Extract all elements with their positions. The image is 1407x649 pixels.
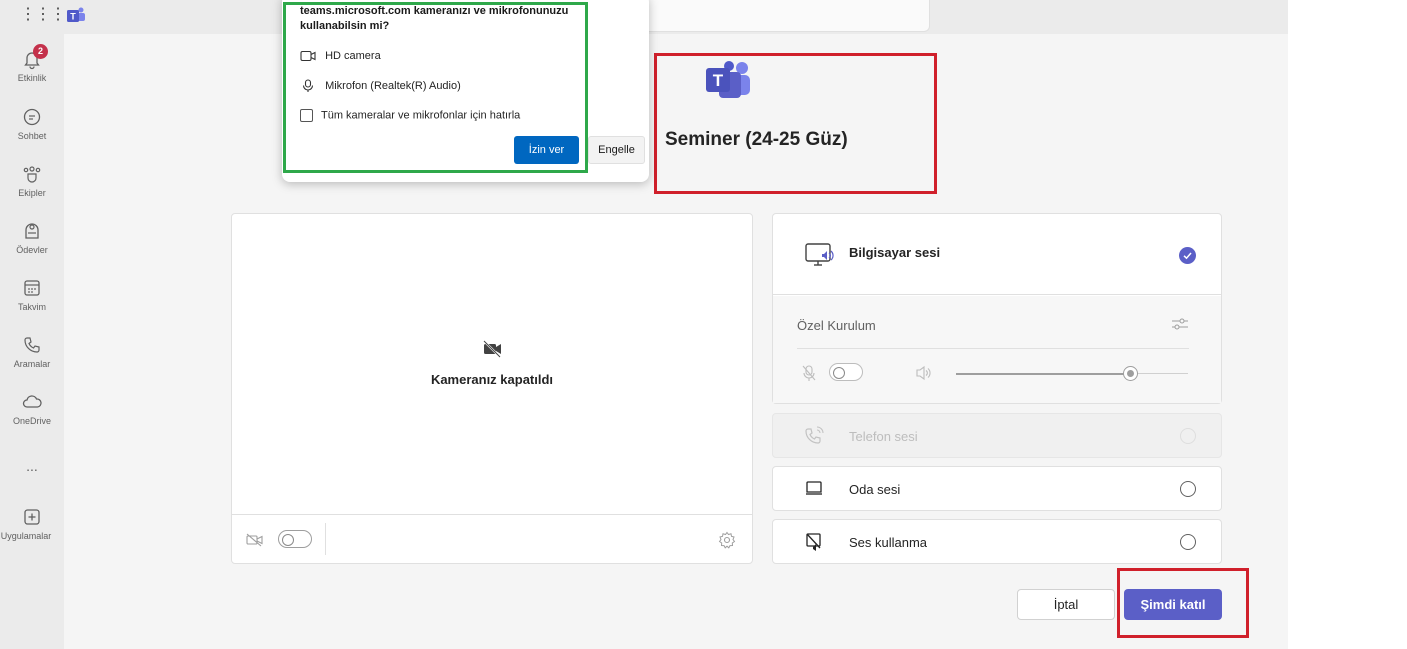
camera-toggle[interactable] [278,530,312,548]
camera-off-icon [483,340,501,358]
custom-setup-section: Özel Kurulum [773,296,1221,403]
divider [797,348,1189,349]
phone-audio-radio[interactable] [1180,428,1196,444]
volume-fill [956,372,1130,375]
no-audio-icon [806,533,821,551]
rail-label: Takvim [17,302,46,312]
phone-audio-icon [805,426,824,444]
rail-item-calendar[interactable]: Takvim [0,277,64,312]
rail-label: Ödevler [16,245,48,255]
app-launcher-icon[interactable]: ⋮⋮⋮ [20,7,66,23]
search-box[interactable] [640,0,930,32]
room-audio-radio[interactable] [1180,481,1196,497]
rail-label: Ekipler [18,188,46,198]
no-audio-option[interactable]: Ses kullanma [772,519,1222,564]
right-margin [1288,0,1407,649]
teams-logo-icon: T [66,7,86,28]
rail-item-onedrive[interactable]: OneDrive [0,391,64,426]
rail-label: Aramalar [13,359,51,369]
camera-off-label: Kameranız kapatıldı [430,372,554,387]
mic-toggle[interactable] [829,363,863,381]
room-audio-label: Oda sesi [849,482,901,497]
no-audio-radio[interactable] [1180,534,1196,550]
rail-label: Uygulamalar [0,531,52,541]
rail-item-calls[interactable]: Aramalar [0,334,64,369]
mic-off-icon [802,365,816,381]
volume-slider[interactable] [956,366,1188,381]
block-button[interactable]: Engelle [588,136,645,164]
camera-off-small-icon [246,533,263,547]
plus-icon [24,509,40,525]
rail-item-assignments[interactable]: Ödevler [0,220,64,255]
speaker-icon [916,365,931,381]
notification-badge: 2 [33,44,48,59]
rail-label: Sohbet [17,131,47,141]
custom-setup-label: Özel Kurulum [797,318,876,333]
teams-icon [23,166,41,183]
phone-icon [24,337,40,353]
cancel-button[interactable]: İptal [1017,589,1115,620]
computer-speaker-icon [805,243,834,266]
chat-icon [23,108,41,126]
highlight-box-join [1117,568,1249,638]
no-audio-label: Ses kullanma [849,535,928,550]
computer-audio-label: Bilgisayar sesi [849,245,941,260]
computer-audio-option[interactable]: Bilgisayar sesi [773,214,1221,295]
room-audio-option[interactable]: Oda sesi [772,466,1222,511]
room-audio-icon [806,481,822,495]
gear-icon[interactable] [718,531,736,549]
phone-audio-label: Telefon sesi [849,429,918,444]
calendar-icon [24,280,40,296]
highlight-box-title [654,53,937,194]
video-preview: Kameranız kapatıldı [231,213,753,564]
more-apps-icon[interactable]: ... [0,458,64,474]
rail-item-activity[interactable]: 2 Etkinlik [0,44,64,83]
app-rail [0,0,64,649]
selected-check-icon [1179,247,1196,264]
computer-audio-panel: Bilgisayar sesi Özel Kurulum [772,213,1222,404]
volume-thumb[interactable] [1123,366,1138,381]
cloud-icon [22,395,42,408]
rail-label: Etkinlik [17,73,47,83]
assignments-icon [25,223,39,239]
highlight-box-permission [283,2,588,173]
settings-sliders-icon[interactable] [1171,316,1189,332]
divider [325,523,326,555]
rail-item-apps[interactable]: Uygulamalar [0,506,64,541]
rail-item-chat[interactable]: Sohbet [0,106,64,141]
rail-label: OneDrive [12,416,51,426]
rail-item-teams[interactable]: Ekipler [0,163,64,198]
svg-text:T: T [70,12,76,22]
video-controls [232,514,752,564]
phone-audio-option[interactable]: Telefon sesi [772,413,1222,458]
